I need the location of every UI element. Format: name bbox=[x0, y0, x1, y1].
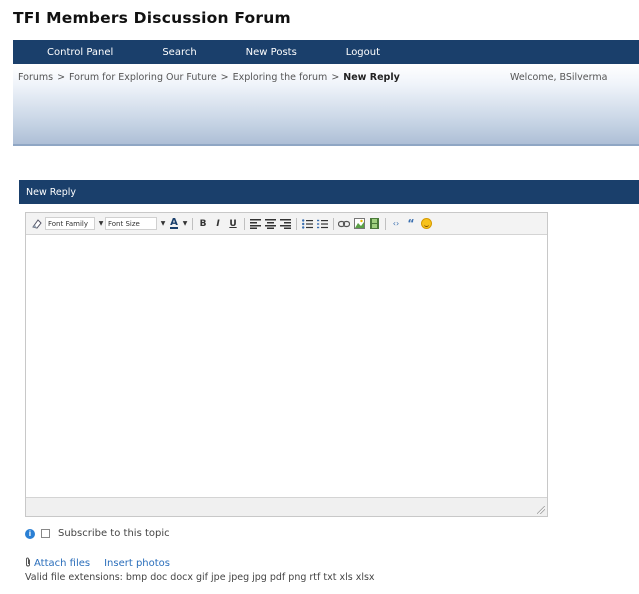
nav-logout[interactable]: Logout bbox=[346, 47, 380, 58]
smiley-icon[interactable] bbox=[419, 217, 433, 231]
breadcrumb-separator: > bbox=[331, 72, 340, 83]
link-icon[interactable] bbox=[337, 217, 351, 231]
image-icon[interactable] bbox=[352, 217, 366, 231]
breadcrumb-band: Forums > Forum for Exploring Our Future > Ex… bbox=[13, 64, 639, 146]
align-right-icon[interactable] bbox=[278, 217, 292, 231]
chevron-down-icon[interactable]: ▼ bbox=[160, 217, 166, 231]
font-size-select[interactable]: Font Size bbox=[105, 217, 157, 230]
breadcrumb-current: New Reply bbox=[343, 72, 400, 83]
align-left-icon[interactable] bbox=[248, 217, 262, 231]
breadcrumb-separator: > bbox=[57, 72, 66, 83]
font-size-label: Font Size bbox=[108, 219, 140, 228]
nav-control-panel[interactable]: Control Panel bbox=[47, 47, 113, 58]
attach-files-link[interactable]: Attach files bbox=[34, 558, 90, 569]
code-icon[interactable]: ‹› bbox=[389, 217, 403, 231]
welcome-text: Welcome, BSilverma bbox=[510, 72, 608, 83]
toolbar-separator bbox=[333, 217, 334, 230]
attach-row: Attach files Insert photos bbox=[25, 557, 184, 570]
quote-icon[interactable]: “ bbox=[404, 217, 418, 231]
align-center-icon[interactable] bbox=[263, 217, 277, 231]
text-color-icon: A bbox=[170, 217, 178, 229]
text-color-button[interactable]: A bbox=[167, 217, 181, 231]
toolbar-separator bbox=[244, 217, 245, 230]
message-textarea[interactable] bbox=[26, 235, 547, 498]
chevron-down-icon[interactable]: ▼ bbox=[98, 217, 104, 231]
panel-title: New Reply bbox=[26, 186, 77, 198]
toolbar-separator bbox=[296, 217, 297, 230]
nav-new-posts[interactable]: New Posts bbox=[246, 47, 297, 58]
editor-status-bar bbox=[26, 497, 547, 516]
resize-handle-icon[interactable] bbox=[537, 506, 545, 514]
info-icon: i bbox=[25, 528, 35, 539]
subscribe-checkbox[interactable] bbox=[41, 529, 50, 538]
top-nav: Control Panel Search New Posts Logout bbox=[13, 40, 639, 64]
nav-search[interactable]: Search bbox=[162, 47, 196, 58]
underline-button[interactable]: U bbox=[226, 217, 240, 231]
eraser-icon[interactable] bbox=[30, 217, 44, 231]
breadcrumb-exploring-forum[interactable]: Exploring the forum bbox=[233, 72, 328, 83]
toolbar-separator bbox=[192, 217, 193, 230]
site-title: TFI Members Discussion Forum bbox=[13, 9, 291, 27]
paperclip-icon bbox=[25, 557, 31, 570]
film-icon[interactable] bbox=[367, 217, 381, 231]
subscribe-label[interactable]: Subscribe to this topic bbox=[58, 528, 170, 539]
toolbar-separator bbox=[385, 217, 386, 230]
editor-toolbar: Font Family ▼ Font Size ▼ A ▼ B I U ‹› “ bbox=[26, 213, 547, 235]
font-family-select[interactable]: Font Family bbox=[45, 217, 95, 230]
breadcrumb-separator: > bbox=[220, 72, 229, 83]
numbered-list-icon[interactable] bbox=[315, 217, 329, 231]
valid-extensions-text: Valid file extensions: bmp doc docx gif … bbox=[25, 572, 375, 583]
bold-button[interactable]: B bbox=[196, 217, 210, 231]
font-family-label: Font Family bbox=[48, 219, 88, 228]
subscribe-row: i Subscribe to this topic bbox=[25, 528, 170, 539]
breadcrumb: Forums > Forum for Exploring Our Future > Ex… bbox=[18, 72, 400, 83]
reply-editor: Font Family ▼ Font Size ▼ A ▼ B I U ‹› “ bbox=[25, 212, 548, 517]
breadcrumb-forums[interactable]: Forums bbox=[18, 72, 53, 83]
italic-button[interactable]: I bbox=[211, 217, 225, 231]
breadcrumb-forum-exploring-future[interactable]: Forum for Exploring Our Future bbox=[69, 72, 217, 83]
panel-header: New Reply bbox=[19, 180, 639, 204]
chevron-down-icon[interactable]: ▼ bbox=[182, 217, 188, 231]
bullet-list-icon[interactable] bbox=[300, 217, 314, 231]
insert-photos-link[interactable]: Insert photos bbox=[104, 558, 170, 569]
